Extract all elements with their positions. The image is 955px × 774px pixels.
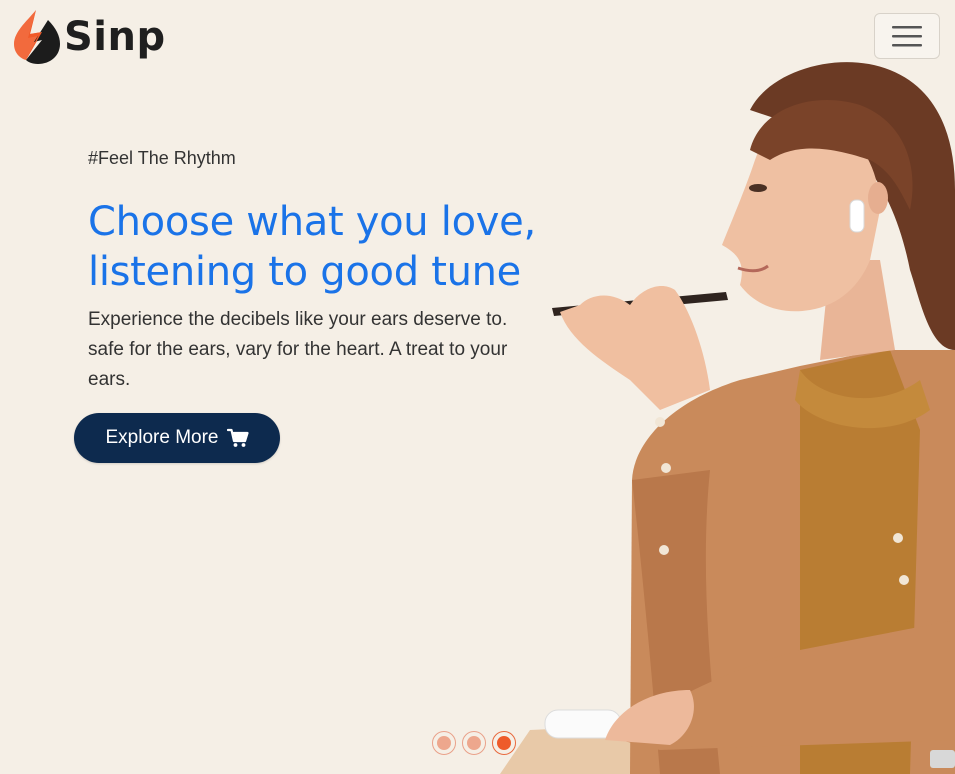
brand-name: Sinp bbox=[64, 14, 166, 60]
cart-icon bbox=[226, 428, 249, 447]
indicator-dot bbox=[497, 736, 511, 750]
hamburger-icon bbox=[892, 26, 922, 47]
hero-description: Experience the decibels like your ears d… bbox=[88, 309, 508, 390]
indicator-dot bbox=[437, 736, 451, 750]
hero-heading-line-1: Choose what you love, bbox=[88, 199, 536, 245]
hero-tagline: #Feel The Rhythm bbox=[88, 148, 236, 168]
hero-image bbox=[500, 62, 955, 774]
explore-more-button[interactable]: Explore More bbox=[74, 413, 280, 463]
carousel-indicator-2[interactable] bbox=[462, 731, 486, 755]
indicator-dot bbox=[467, 736, 481, 750]
carousel-indicator-1[interactable] bbox=[432, 731, 456, 755]
lightning-drop-icon bbox=[14, 10, 60, 64]
brand-logo[interactable]: Sinp bbox=[12, 8, 166, 66]
hero-heading: Choose what you love, listening to good … bbox=[88, 197, 548, 297]
carousel-indicator-3[interactable] bbox=[492, 731, 516, 755]
hero-heading-line-2: listening to good tune bbox=[88, 249, 521, 295]
carousel-indicators bbox=[432, 731, 516, 755]
hero-content: #Feel The Rhythm Choose what you love, l… bbox=[88, 145, 548, 395]
explore-more-label: Explore More bbox=[105, 427, 219, 448]
